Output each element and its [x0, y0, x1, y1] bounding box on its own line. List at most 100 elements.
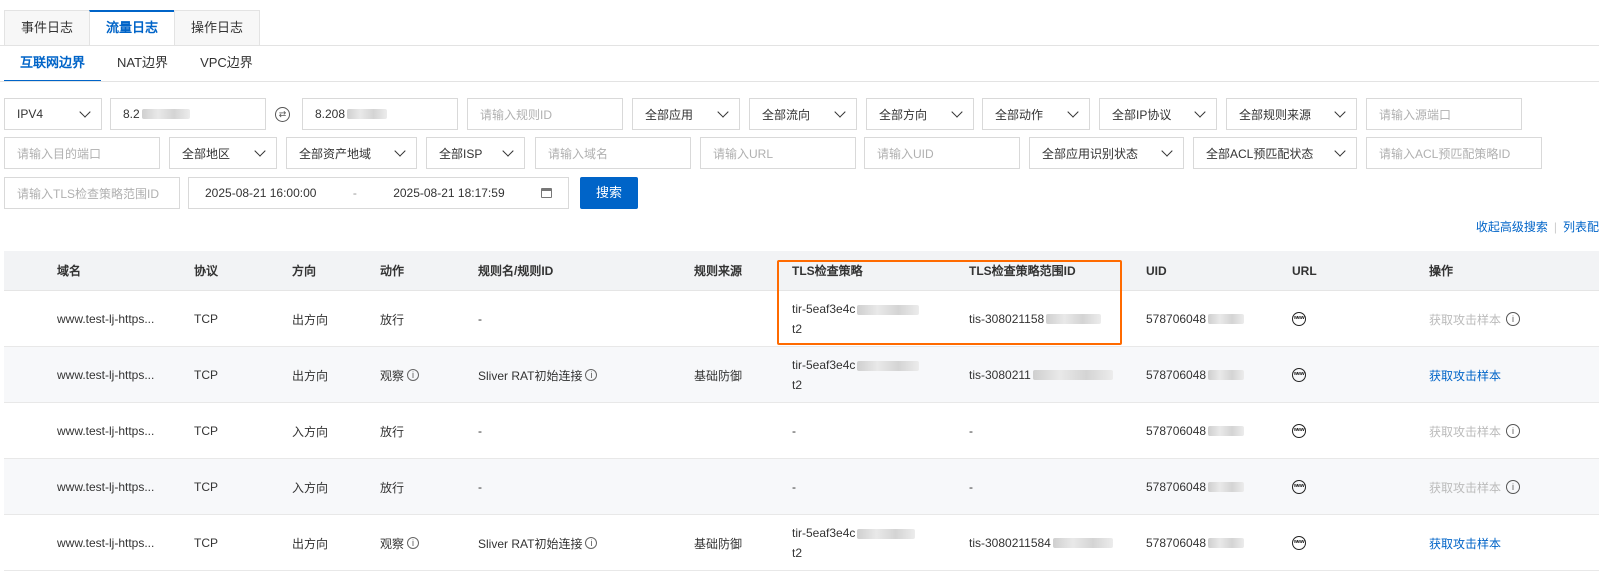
app-identify-status-select[interactable]: 全部应用识别状态: [1029, 137, 1184, 169]
get-attack-sample-link[interactable]: 获取攻击样本: [1429, 535, 1501, 552]
uid-input[interactable]: 请输入UID: [864, 137, 1020, 169]
chevron-down-icon: [394, 145, 406, 157]
tls-policy-line: tir-5eaf3e4c: [792, 299, 920, 319]
tls-policy-text: tir-5eaf3e4c: [792, 358, 856, 372]
tls-scope-id-text: -: [969, 424, 973, 438]
col-tls-scope-id: TLS检查策略范围ID: [969, 264, 1076, 278]
log-type-tabs: 事件日志 流量日志 操作日志: [4, 10, 261, 46]
acl-prematch-policy-input[interactable]: 请输入ACL预匹配策略ID: [1366, 137, 1542, 169]
ip-version-select[interactable]: IPV4: [4, 98, 102, 130]
col-action: 动作: [380, 264, 405, 278]
isp-select[interactable]: 全部ISP: [426, 137, 525, 169]
action-select[interactable]: 全部动作: [982, 98, 1090, 130]
rule-source-select[interactable]: 全部规则来源: [1226, 98, 1357, 130]
chevron-down-icon: [1334, 145, 1346, 157]
tls-policy-cell: tir-5eaf3e4c t2: [792, 291, 920, 347]
rule-info-icon[interactable]: i: [585, 369, 598, 381]
domain-input[interactable]: 请输入域名: [535, 137, 691, 169]
app-select[interactable]: 全部应用: [632, 98, 740, 130]
domain-text: www.test-lj-https...: [57, 480, 155, 494]
www-icon[interactable]: www: [1292, 480, 1306, 494]
tls-policy-suffix: t2: [792, 546, 803, 560]
www-icon[interactable]: www: [1292, 312, 1306, 326]
domain-cell[interactable]: www.test-lj-https...: [57, 459, 154, 515]
rule-id-input[interactable]: 请输入规则ID: [467, 98, 623, 130]
domain-cell[interactable]: www.test-lj-https...: [57, 403, 154, 459]
get-attack-sample-disabled: 获取攻击样本: [1429, 424, 1502, 439]
ip-protocol-select[interactable]: 全部IP协议: [1099, 98, 1217, 130]
www-icon[interactable]: www: [1292, 424, 1306, 438]
time-range-picker[interactable]: 2025-08-21 16:00:00 - 2025-08-21 18:17:5…: [188, 177, 569, 209]
redacted-mask: [1208, 482, 1245, 492]
tls-scope-id-input[interactable]: 请输入TLS检查策略范围ID: [4, 177, 180, 209]
domain-cell[interactable]: www.test-lj-https...: [57, 291, 154, 347]
tab-operation-log[interactable]: 操作日志: [174, 10, 261, 46]
protocol-text: TCP: [194, 536, 218, 550]
uid-text: 578706048: [1146, 424, 1207, 438]
url-cell[interactable]: www: [1292, 291, 1306, 347]
swap-icon[interactable]: ⇄: [275, 107, 290, 122]
tab-vpc-boundary[interactable]: VPC边界: [184, 46, 269, 82]
protocol-text: TCP: [194, 368, 218, 382]
chevron-down-icon: [1161, 145, 1173, 157]
url-cell[interactable]: www: [1292, 515, 1306, 571]
destination-port-input[interactable]: 请输入目的端口: [4, 137, 160, 169]
column-settings-link[interactable]: 列表配: [1563, 220, 1599, 234]
protocol-cell: TCP: [194, 291, 218, 347]
tls-policy-cell: tir-5eaf3e4c t2: [792, 347, 920, 403]
destination-ip-input[interactable]: 8.208: [302, 98, 458, 130]
www-icon[interactable]: www: [1292, 368, 1306, 382]
protocol-cell: TCP: [194, 515, 218, 571]
info-icon[interactable]: i: [1506, 480, 1521, 494]
acl-prematch-status-value: 全部ACL预匹配状态: [1206, 146, 1314, 161]
table-row: www.test-lj-https... TCP 入方向 放行 - - - 578706048…: [4, 459, 1599, 515]
action-info-icon[interactable]: i: [407, 369, 420, 381]
domain-text: www.test-lj-https...: [57, 536, 155, 550]
action-select-value: 全部动作: [995, 107, 1044, 122]
url-cell[interactable]: www: [1292, 403, 1306, 459]
advanced-links: 收起高级搜索 | 列表配: [1476, 218, 1599, 235]
source-ip-input[interactable]: 8.2: [110, 98, 266, 130]
info-icon[interactable]: i: [1506, 312, 1521, 326]
direction-cell: 出方向: [292, 291, 328, 347]
action-info-icon[interactable]: i: [407, 537, 420, 549]
search-button[interactable]: 搜索: [580, 177, 638, 209]
source-ip-value: 8.2: [123, 107, 140, 121]
col-direction: 方向: [292, 264, 317, 278]
acl-prematch-status-select[interactable]: 全部ACL预匹配状态: [1193, 137, 1357, 169]
operation-cell[interactable]: 获取攻击样本: [1429, 515, 1501, 571]
uid-text: 578706048: [1146, 368, 1207, 382]
info-icon[interactable]: i: [1506, 424, 1521, 438]
col-protocol: 协议: [194, 264, 219, 278]
asset-region-select[interactable]: 全部资产地域: [286, 137, 417, 169]
domain-text: www.test-lj-https...: [57, 368, 155, 382]
domain-cell[interactable]: www.test-lj-https...: [57, 347, 154, 403]
tab-nat-boundary[interactable]: NAT边界: [101, 46, 184, 82]
tab-internet-boundary[interactable]: 互联网边界: [4, 46, 102, 82]
rule-info-icon[interactable]: i: [585, 537, 598, 549]
direction-cell: 入方向: [292, 459, 328, 515]
rule-source-cell: 基础防御: [694, 515, 742, 571]
url-cell[interactable]: www: [1292, 347, 1306, 403]
tab-event-log[interactable]: 事件日志: [4, 10, 91, 46]
direction-select[interactable]: 全部方向: [866, 98, 974, 130]
redacted-mask: [1046, 314, 1102, 324]
source-port-input[interactable]: 请输入源端口: [1366, 98, 1522, 130]
get-attack-sample-link[interactable]: 获取攻击样本: [1429, 367, 1501, 384]
operation-cell[interactable]: 获取攻击样本: [1429, 347, 1501, 403]
region-select[interactable]: 全部地区: [169, 137, 277, 169]
redacted-mask: [1208, 426, 1245, 436]
domain-cell[interactable]: www.test-lj-https...: [57, 515, 154, 571]
tab-traffic-log[interactable]: 流量日志: [89, 10, 176, 46]
flow-select[interactable]: 全部流向: [749, 98, 857, 130]
get-attack-sample-disabled: 获取攻击样本: [1429, 312, 1502, 327]
rule-cell: -: [478, 403, 482, 459]
rule-cell: -: [478, 459, 482, 515]
collapse-advanced-search-link[interactable]: 收起高级搜索: [1476, 220, 1548, 234]
url-cell[interactable]: www: [1292, 459, 1306, 515]
action-cell: 观察 i: [380, 347, 420, 403]
protocol-text: TCP: [194, 312, 218, 326]
www-icon[interactable]: www: [1292, 536, 1306, 550]
action-cell: 观察 i: [380, 515, 420, 571]
url-input[interactable]: 请输入URL: [700, 137, 856, 169]
